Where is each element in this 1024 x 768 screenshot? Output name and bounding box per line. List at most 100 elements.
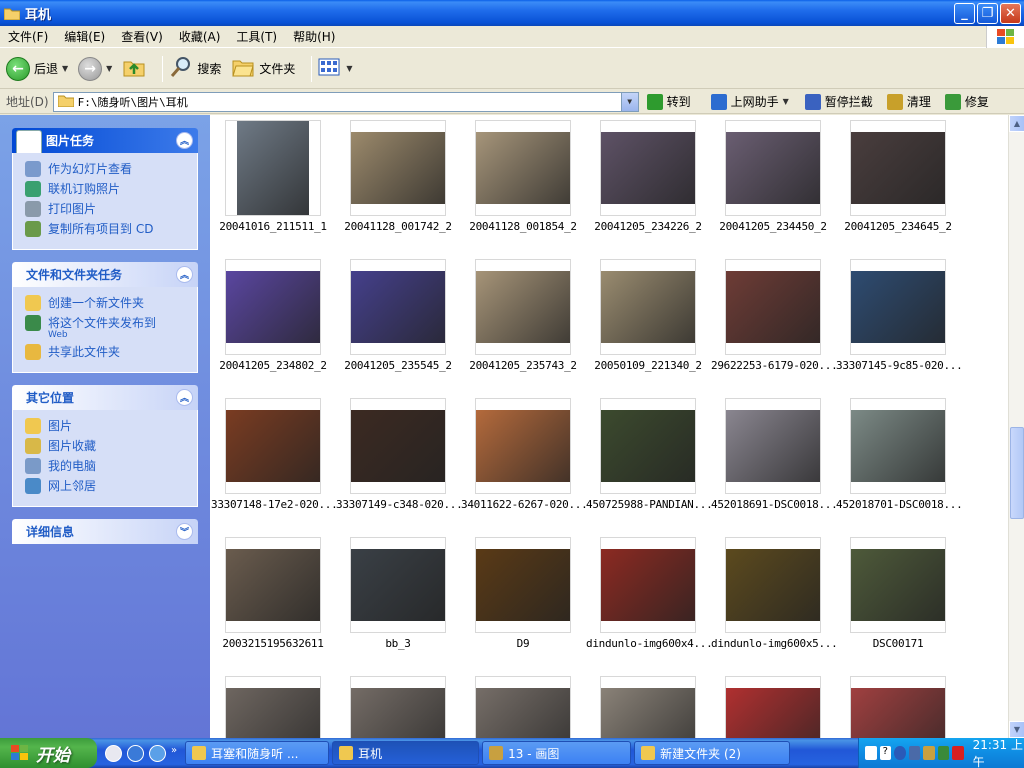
chevron-down-icon[interactable]: ▼: [783, 97, 789, 106]
file-thumbnail[interactable]: [225, 537, 321, 633]
taskbar-button[interactable]: 耳机: [332, 741, 480, 765]
maximize-button[interactable]: ❐: [977, 3, 998, 24]
file-thumbnail[interactable]: [600, 120, 696, 216]
file-thumbnail[interactable]: [600, 259, 696, 355]
taskbar-button[interactable]: 13 - 画图: [482, 741, 632, 765]
taskbar-button[interactable]: 新建文件夹 (2): [634, 741, 791, 765]
file-thumbnail[interactable]: [850, 120, 946, 216]
file-tasks-header[interactable]: 文件和文件夹任务 ︽: [12, 262, 198, 287]
file-thumbnail[interactable]: [725, 398, 821, 494]
task-share-folder[interactable]: 共享此文件夹: [25, 344, 187, 360]
views-button[interactable]: ▼: [318, 57, 353, 80]
file-thumbnail[interactable]: [350, 537, 446, 633]
other-places-header[interactable]: 其它位置 ︽: [12, 385, 198, 410]
minimize-button[interactable]: _: [954, 3, 975, 24]
task-order-prints[interactable]: 联机订购照片: [25, 181, 187, 197]
clean-button[interactable]: 清理: [907, 93, 931, 110]
place-my-computer[interactable]: 我的电脑: [25, 458, 187, 474]
tray-app-icon[interactable]: [923, 746, 935, 760]
chevron-down-icon[interactable]: ▼: [346, 64, 352, 73]
menu-view[interactable]: 查看(V): [113, 28, 171, 45]
back-arrow-icon: ←: [6, 56, 30, 81]
file-thumbnail[interactable]: [475, 537, 571, 633]
scroll-thumb[interactable]: [1010, 427, 1024, 519]
place-my-pictures[interactable]: 图片收藏: [25, 438, 187, 454]
task-new-folder[interactable]: 创建一个新文件夹: [25, 295, 187, 311]
file-view[interactable]: 20041016_211511_1 20041128_001742_2 200411…: [210, 115, 1008, 738]
taskbar-button[interactable]: 耳塞和随身听 ...: [185, 741, 330, 765]
file-thumbnail[interactable]: [850, 398, 946, 494]
tray-app-icon[interactable]: [908, 746, 921, 760]
quick-launch-icon[interactable]: [105, 744, 122, 762]
menu-tools[interactable]: 工具(T): [228, 28, 285, 45]
file-thumbnail[interactable]: [475, 676, 571, 738]
clock[interactable]: 21:31 上午: [973, 736, 1024, 768]
file-thumbnail[interactable]: [350, 398, 446, 494]
menu-edit[interactable]: 编辑(E): [56, 28, 113, 45]
task-print[interactable]: 打印图片: [25, 201, 187, 217]
file-thumbnail[interactable]: [350, 259, 446, 355]
task-publish-web[interactable]: 将这个文件夹发布到 Web: [25, 315, 187, 340]
up-button[interactable]: [122, 55, 146, 82]
block-button[interactable]: 暂停拦截: [825, 93, 873, 110]
back-button[interactable]: ← 后退 ▼: [6, 56, 68, 81]
help-icon[interactable]: ?: [879, 746, 892, 760]
keyboard-icon[interactable]: [865, 746, 877, 760]
file-thumbnail[interactable]: [225, 398, 321, 494]
close-button[interactable]: ✕: [1000, 3, 1021, 24]
chevron-down-icon[interactable]: ▼: [106, 64, 112, 73]
file-thumbnail[interactable]: [725, 259, 821, 355]
title-bar[interactable]: 耳机 _ ❐ ✕: [0, 0, 1024, 26]
file-thumbnail[interactable]: [725, 120, 821, 216]
file-thumbnail[interactable]: [600, 537, 696, 633]
chevron-left-icon[interactable]: [894, 746, 906, 760]
file-thumbnail[interactable]: [600, 676, 696, 738]
file-thumbnail[interactable]: [225, 676, 321, 738]
file-thumbnail[interactable]: [475, 120, 571, 216]
forward-button[interactable]: → ▼: [78, 56, 112, 81]
vertical-scrollbar[interactable]: ▲ ▼: [1008, 115, 1024, 738]
go-button[interactable]: 转到: [667, 93, 691, 110]
collapse-icon[interactable]: ︽: [176, 266, 193, 283]
file-thumbnail[interactable]: [225, 259, 321, 355]
details-header[interactable]: 详细信息 ︾: [12, 519, 198, 544]
menu-favorites[interactable]: 收藏(A): [171, 28, 229, 45]
file-thumbnail[interactable]: [725, 676, 821, 738]
go-arrow-icon[interactable]: [646, 93, 663, 110]
ie-icon[interactable]: [149, 744, 166, 762]
chevron-down-icon[interactable]: ▼: [62, 64, 68, 73]
file-thumbnail[interactable]: [725, 537, 821, 633]
search-button[interactable]: 搜索: [169, 55, 221, 82]
place-network[interactable]: 网上邻居: [25, 478, 187, 494]
file-thumbnail[interactable]: [350, 676, 446, 738]
menu-file[interactable]: 文件(F): [0, 28, 56, 45]
picture-tasks-header[interactable]: 图片任务 ︽: [12, 128, 198, 156]
task-slideshow[interactable]: 作为幻灯片查看: [25, 161, 187, 177]
address-dropdown-button[interactable]: ▼: [620, 92, 638, 111]
repair-button[interactable]: 修复: [965, 93, 989, 110]
collapse-icon[interactable]: ︽: [176, 389, 193, 406]
address-input[interactable]: F:\随身听\图片\耳机 ▼: [52, 91, 639, 112]
start-button[interactable]: 开始: [0, 738, 97, 768]
more-icon[interactable]: »: [171, 745, 177, 762]
expand-icon[interactable]: ︾: [176, 523, 193, 540]
file-thumbnail[interactable]: [850, 259, 946, 355]
menu-help[interactable]: 帮助(H): [285, 28, 343, 45]
file-thumbnail[interactable]: [475, 259, 571, 355]
antivirus-icon[interactable]: [952, 746, 964, 760]
file-thumbnail[interactable]: [600, 398, 696, 494]
file-thumbnail[interactable]: [850, 537, 946, 633]
collapse-icon[interactable]: ︽: [176, 132, 193, 149]
helper-button[interactable]: 上网助手: [731, 93, 779, 110]
file-thumbnail[interactable]: [475, 398, 571, 494]
file-thumbnail[interactable]: [225, 120, 321, 216]
task-copy-to-cd[interactable]: 复制所有项目到 CD: [25, 221, 187, 237]
media-player-icon[interactable]: [127, 744, 144, 762]
thumbnail-image: [226, 271, 320, 343]
file-thumbnail[interactable]: [850, 676, 946, 738]
scroll-up-button[interactable]: ▲: [1009, 115, 1024, 132]
folders-button[interactable]: 文件夹: [231, 55, 295, 82]
file-thumbnail[interactable]: [350, 120, 446, 216]
place-pictures[interactable]: 图片: [25, 418, 187, 434]
tray-app-icon[interactable]: [937, 746, 950, 760]
